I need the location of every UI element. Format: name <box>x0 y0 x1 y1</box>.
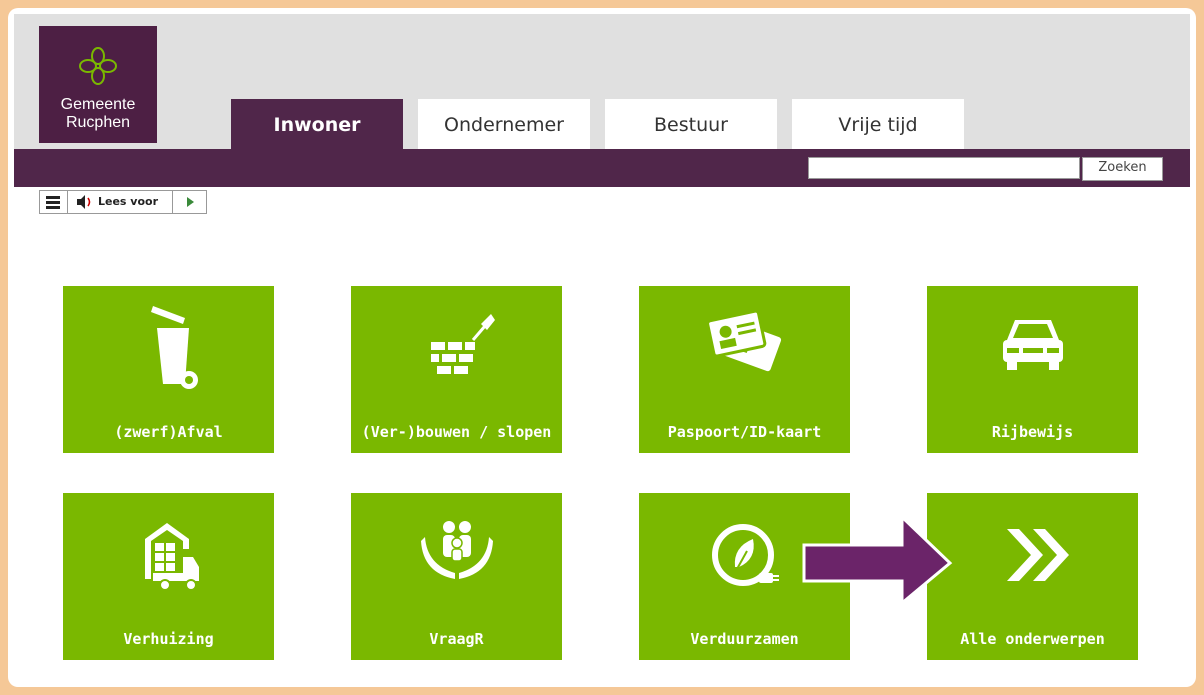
tile-paspoort-id-kaart[interactable]: Paspoort/ID-kaart <box>639 286 850 453</box>
tile-icon-wrap <box>639 286 850 406</box>
search-input[interactable] <box>808 157 1080 179</box>
eco-plug-icon <box>711 524 779 586</box>
tile-icon-wrap <box>351 493 562 613</box>
tile-icon-wrap <box>63 493 274 613</box>
flower-logo-icon <box>79 47 117 85</box>
tab-bestuur[interactable]: Bestuur <box>605 99 777 149</box>
menu-icon-bar <box>46 201 60 204</box>
tile-verbouwen-slopen[interactable]: (Ver-)bouwen / slopen <box>351 286 562 453</box>
search-button[interactable]: Zoeken <box>1082 157 1163 181</box>
double-chevron-icon <box>1006 529 1069 581</box>
tile-icon-wrap <box>927 493 1138 613</box>
tile-label: VraagR <box>429 630 484 648</box>
tile-icon-wrap <box>63 286 274 406</box>
tile-label: Paspoort/ID-kaart <box>667 423 822 441</box>
tile-zwerf-afval[interactable]: (zwerf)Afval <box>63 286 274 453</box>
listen-label: Lees voor <box>98 195 159 208</box>
tile-label: (zwerf)Afval <box>114 423 223 441</box>
play-button[interactable] <box>173 191 207 213</box>
trash-bin-icon <box>150 306 198 389</box>
readspeaker-menu-button[interactable] <box>40 191 68 213</box>
tile-label: Alle onderwerpen <box>960 630 1105 648</box>
readspeaker-toolbar: Lees voor <box>39 190 207 214</box>
tile-vraagr[interactable]: VraagR <box>351 493 562 660</box>
tile-label: Verduurzamen <box>690 630 799 648</box>
play-icon <box>187 197 194 207</box>
family-hands-icon <box>420 521 493 579</box>
menu-icon-bar <box>46 206 60 209</box>
tile-label: Verhuizing <box>123 630 214 648</box>
tile-verhuizing[interactable]: Verhuizing <box>63 493 274 660</box>
moving-truck-icon <box>144 523 199 591</box>
bricks-trowel-icon <box>430 314 495 374</box>
tile-icon-wrap <box>351 286 562 406</box>
tab-ondernemer[interactable]: Ondernemer <box>418 99 590 149</box>
tile-alle-onderwerpen[interactable]: Alle onderwerpen <box>927 493 1138 660</box>
speaker-icon <box>77 195 91 209</box>
header-bar <box>14 14 1190 149</box>
tab-vrije-tijd[interactable]: Vrije tijd <box>792 99 964 149</box>
logo-text-line2: Rucphen <box>65 114 131 131</box>
tile-label: Rijbewijs <box>991 423 1074 441</box>
tab-inwoner[interactable]: Inwoner <box>231 99 403 149</box>
id-card-icon <box>705 309 781 372</box>
tile-icon-wrap <box>927 286 1138 406</box>
listen-button[interactable]: Lees voor <box>68 191 173 213</box>
tile-label: (Ver-)bouwen / slopen <box>361 423 552 441</box>
annotation-arrow-icon <box>802 515 953 605</box>
site-logo[interactable]: Gemeente Rucphen <box>39 26 157 143</box>
car-icon <box>1002 320 1063 370</box>
tile-rijbewijs[interactable]: Rijbewijs <box>927 286 1138 453</box>
logo-text-line1: Gemeente <box>60 96 136 113</box>
menu-icon <box>46 196 60 199</box>
